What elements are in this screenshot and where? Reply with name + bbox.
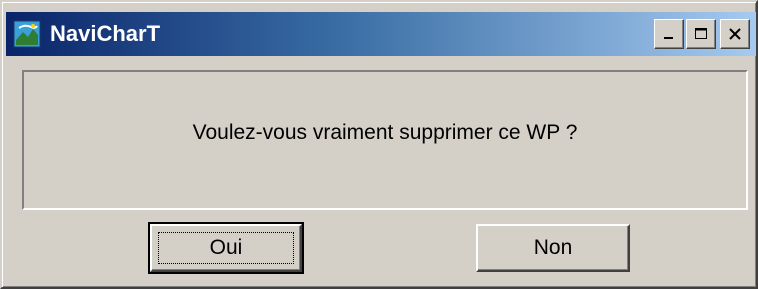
title-controls bbox=[652, 19, 750, 49]
close-icon bbox=[729, 28, 741, 40]
minimize-button[interactable] bbox=[654, 19, 684, 49]
yes-button[interactable]: Oui bbox=[148, 222, 304, 274]
confirmation-message: Voulez-vous vraiment supprimer ce WP ? bbox=[192, 121, 578, 144]
close-button[interactable] bbox=[720, 19, 750, 49]
message-panel: Voulez-vous vraiment supprimer ce WP ? bbox=[22, 70, 748, 210]
no-button-label: Non bbox=[533, 236, 573, 259]
title-bar[interactable]: NaviCharT bbox=[6, 12, 756, 56]
window-title: NaviCharT bbox=[50, 21, 161, 46]
no-button[interactable]: Non bbox=[476, 224, 630, 272]
maximize-icon bbox=[695, 28, 707, 39]
minimize-icon bbox=[664, 37, 673, 39]
focus-rectangle bbox=[158, 232, 294, 264]
navichart-app-icon[interactable] bbox=[12, 19, 42, 49]
dialog-window: NaviCharT Voulez-vous vraiment supprimer… bbox=[0, 0, 758, 289]
maximize-button[interactable] bbox=[686, 19, 716, 49]
